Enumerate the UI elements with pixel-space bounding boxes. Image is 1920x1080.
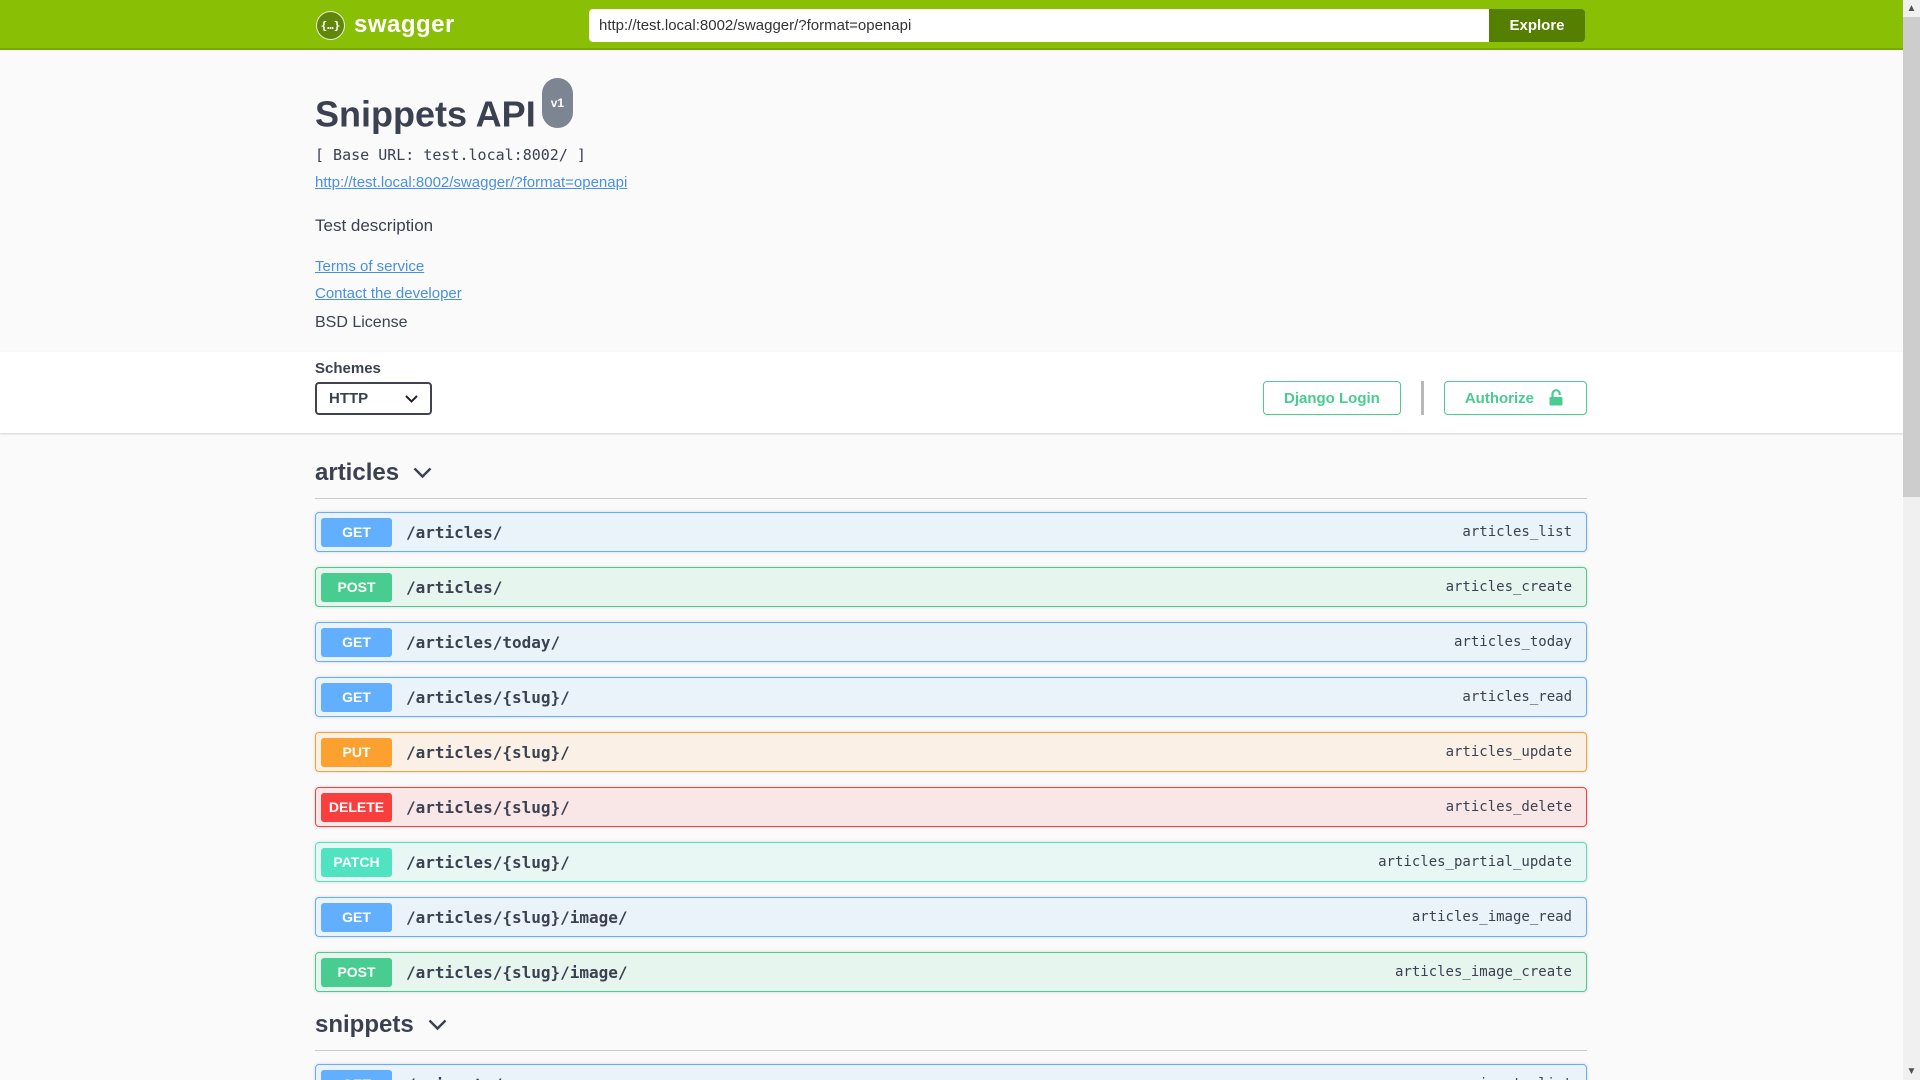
method-badge: DELETE	[321, 792, 392, 822]
method-badge: PATCH	[321, 847, 392, 877]
tag-operations: GET /snippets/ snippets_list	[315, 1064, 1587, 1080]
topbar: {…} swagger Explore	[0, 0, 1920, 50]
operation-id: articles_image_create	[1394, 964, 1572, 980]
expand-chevron-icon	[413, 467, 432, 478]
operation-row[interactable]: DELETE /articles/{slug}/ articles_delete	[315, 787, 1587, 827]
unlock-icon	[1549, 389, 1563, 406]
info-section: Snippets API v1 [ Base URL: test.local:80…	[0, 50, 1920, 352]
scheme-selected-value: HTTP	[329, 390, 369, 407]
operations: articles GET /articles/ articles_list PO…	[315, 433, 1587, 1080]
api-title-text: Snippets API	[315, 93, 536, 135]
operation-path: /articles/	[406, 577, 503, 597]
method-badge: GET	[321, 627, 392, 657]
swagger-logo-icon: {…}	[316, 10, 345, 40]
page-title: Snippets API v1	[315, 78, 1587, 142]
tag-heading[interactable]: articles	[315, 455, 1587, 499]
download-url-form: Explore	[589, 9, 1585, 42]
expand-chevron-icon	[428, 1019, 447, 1030]
chevron-down-icon	[405, 394, 418, 403]
operation-path: /snippets/	[406, 1075, 1462, 1080]
operation-id: articles_create	[1445, 579, 1572, 595]
spec-url-input[interactable]	[589, 9, 1489, 42]
base-url: [ Base URL: test.local:8002/ ]	[315, 146, 586, 164]
operation-path: /articles/{slug}/	[406, 742, 570, 762]
operation-id: articles_list	[1462, 524, 1572, 540]
api-description: Test description	[315, 216, 434, 235]
operation-path: /articles/today/	[406, 632, 561, 652]
tag-title: articles	[315, 459, 400, 486]
brand-title: swagger	[354, 11, 455, 38]
operation-path: /articles/{slug}/	[406, 797, 570, 817]
operation-path: /articles/{slug}/image/	[406, 907, 628, 927]
operation-path: /articles/{slug}/	[406, 852, 570, 872]
auth-divider	[1420, 381, 1424, 415]
operation-row[interactable]: PATCH /articles/{slug}/ articles_partial…	[315, 842, 1587, 882]
version-badge: v1	[541, 78, 574, 128]
scrollbar-thumb[interactable]	[1903, 17, 1920, 497]
scroll-down-icon[interactable]: ▼	[1903, 1063, 1920, 1080]
operation-id: articles_read	[1462, 689, 1572, 705]
method-badge: POST	[321, 572, 392, 602]
scheme-container: Schemes HTTP Django Login Authorize	[0, 352, 1920, 433]
operation-row[interactable]: GET /articles/{slug}/image/ articles_ima…	[315, 897, 1587, 937]
authorize-label: Authorize	[1464, 389, 1534, 407]
operation-id: articles_update	[1445, 744, 1572, 760]
vertical-scrollbar[interactable]: ▲ ▼	[1903, 0, 1920, 1080]
swagger-brand[interactable]: {…} swagger	[316, 0, 455, 50]
method-badge: GET	[321, 1069, 392, 1080]
tag-section: articles GET /articles/ articles_list PO…	[315, 455, 1587, 992]
django-login-label: Django Login	[1284, 389, 1380, 407]
authorize-button[interactable]: Authorize	[1443, 381, 1587, 415]
operation-row[interactable]: GET /articles/ articles_list	[315, 512, 1587, 552]
operation-path: /articles/{slug}/image/	[406, 962, 628, 982]
method-badge: GET	[321, 902, 392, 932]
operation-id: snippets_list	[1462, 1076, 1572, 1080]
operation-id: articles_image_read	[1411, 909, 1572, 925]
scheme-select[interactable]: HTTP	[315, 382, 432, 415]
method-badge: GET	[321, 682, 392, 712]
operation-row[interactable]: PUT /articles/{slug}/ articles_update	[315, 732, 1587, 772]
terms-of-service-link[interactable]: Terms of service	[315, 258, 1587, 276]
auth-wrapper: Django Login Authorize	[1263, 381, 1587, 415]
license-text: BSD License	[315, 314, 408, 331]
tag-title: snippets	[315, 1011, 414, 1038]
method-badge: POST	[321, 957, 392, 987]
spec-link[interactable]: http://test.local:8002/swagger/?format=o…	[315, 174, 627, 192]
operation-path: /articles/	[406, 522, 503, 542]
operation-row[interactable]: GET /snippets/ snippets_list	[315, 1064, 1587, 1080]
operation-row[interactable]: GET /articles/today/ articles_today	[315, 622, 1587, 662]
explore-button[interactable]: Explore	[1489, 9, 1585, 42]
method-badge: GET	[321, 517, 392, 547]
operation-id: articles_delete	[1445, 799, 1572, 815]
tag-heading[interactable]: snippets	[315, 1007, 1587, 1051]
schemes-block: Schemes HTTP	[315, 360, 432, 415]
operation-id: articles_today	[1453, 634, 1572, 650]
method-badge: PUT	[321, 737, 392, 767]
django-login-button[interactable]: Django Login	[1263, 381, 1401, 415]
operation-row[interactable]: GET /articles/{slug}/ articles_read	[315, 677, 1587, 717]
scroll-up-icon[interactable]: ▲	[1903, 0, 1920, 17]
tag-section: snippets GET /snippets/ snippets_list	[315, 1007, 1587, 1080]
schemes-label: Schemes	[315, 360, 381, 377]
contact-developer-link[interactable]: Contact the developer	[315, 285, 1587, 303]
operation-row[interactable]: POST /articles/ articles_create	[315, 567, 1587, 607]
operation-row[interactable]: POST /articles/{slug}/image/ articles_im…	[315, 952, 1587, 992]
tag-operations: GET /articles/ articles_list POST /artic…	[315, 512, 1587, 992]
operation-id: articles_partial_update	[1378, 854, 1572, 870]
operation-path: /articles/{slug}/	[406, 687, 570, 707]
